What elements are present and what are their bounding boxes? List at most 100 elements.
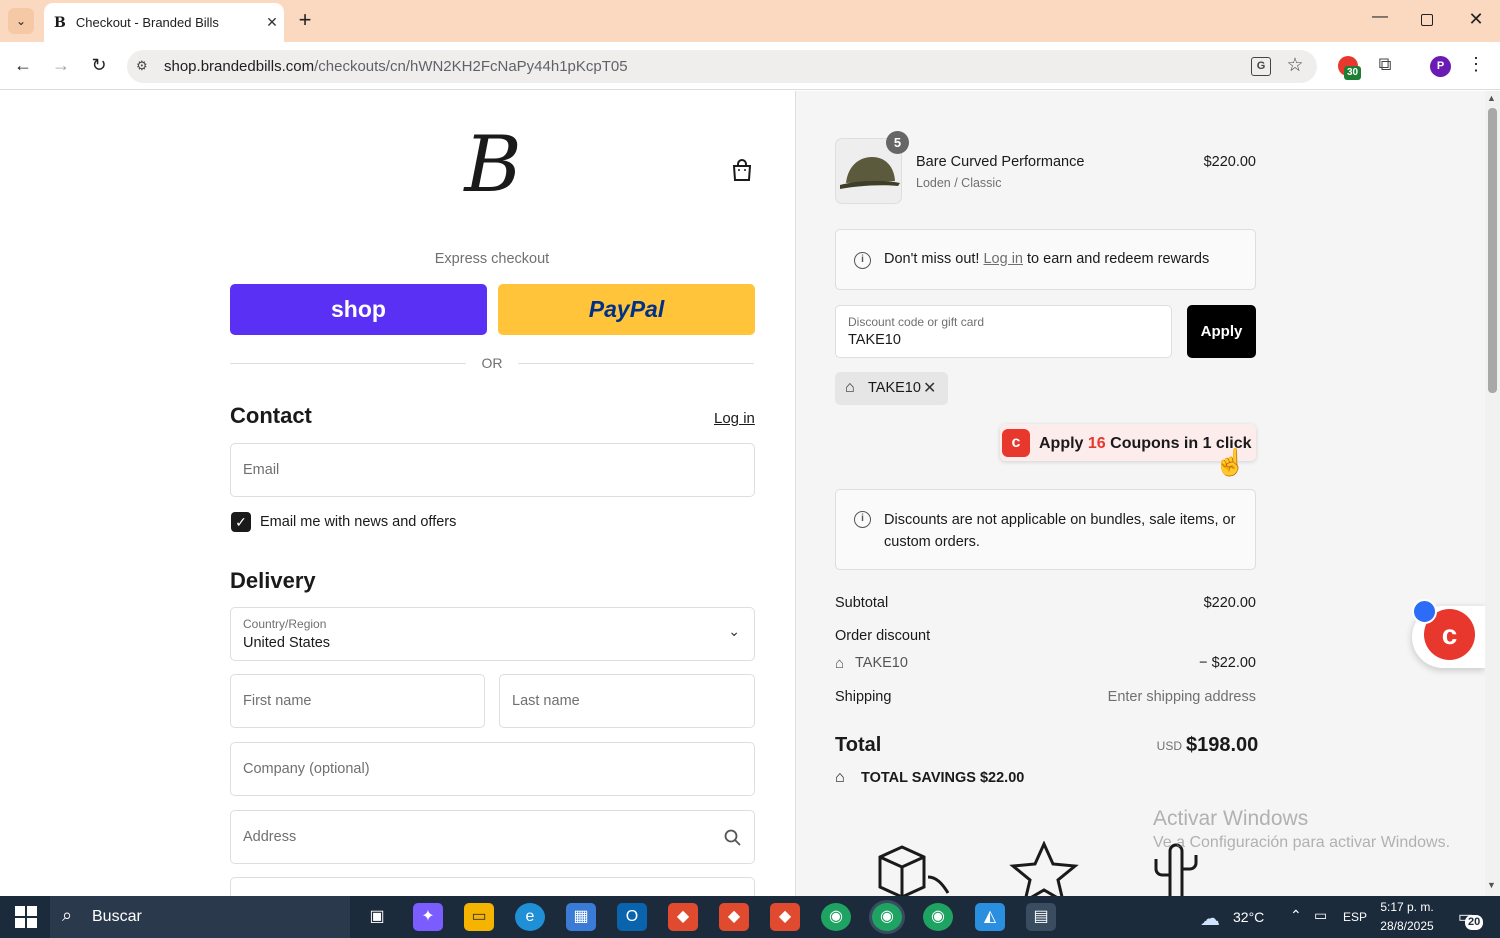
country-label: Country/Region <box>243 617 327 631</box>
chrome-icon-active[interactable]: ◉ <box>872 903 902 931</box>
info-icon: i <box>854 252 871 269</box>
next-field-partial[interactable] <box>230 877 755 896</box>
bookmark-star-icon[interactable]: ☆ <box>1283 54 1307 77</box>
scroll-up-icon[interactable]: ▲ <box>1487 93 1496 103</box>
extension-badge: 30 <box>1344 66 1362 80</box>
company-placeholder: Company (optional) <box>243 761 370 777</box>
browser-tab-active[interactable]: B Checkout - Branded Bills ✕ <box>44 3 284 42</box>
search-icon <box>724 829 741 846</box>
rewards-login-link[interactable]: Log in <box>983 251 1023 267</box>
country-value: United States <box>243 635 331 651</box>
contact-login-link[interactable]: Log in <box>714 410 755 427</box>
copilot-icon[interactable]: ✦ <box>413 903 443 931</box>
newsletter-checkbox[interactable]: ✓ <box>231 512 251 532</box>
clock-date[interactable]: 28/8/2025 <box>1372 919 1442 933</box>
product-variant: Loden / Classic <box>916 176 1002 190</box>
url-text[interactable]: shop.brandedbills.com/checkouts/cn/hWN2K… <box>164 58 628 75</box>
brave-icon[interactable]: ◆ <box>668 903 698 931</box>
savings-tag-icon: ⌂ <box>835 769 845 786</box>
cart-bag-icon[interactable] <box>731 158 753 182</box>
info-icon: i <box>854 511 871 528</box>
search-icon: ⌕ <box>62 905 73 925</box>
tag-icon: ⌂ <box>845 379 855 396</box>
newsletter-label: Email me with news and offers <box>260 514 457 530</box>
discount-code-field[interactable]: Discount code or gift card TAKE10 <box>835 305 1172 358</box>
new-tab-icon[interactable]: + <box>292 8 318 34</box>
edge-icon[interactable]: e <box>515 903 545 931</box>
minimize-icon[interactable]: — <box>1368 8 1392 26</box>
site-info-icon[interactable]: ⚙ <box>136 58 152 74</box>
clock-time[interactable]: 5:17 p. m. <box>1372 900 1442 914</box>
country-select[interactable]: Country/Region United States ⌄ <box>230 607 755 661</box>
file-explorer-icon[interactable]: ▭ <box>464 903 494 931</box>
translate-icon[interactable]: G <box>1251 57 1271 76</box>
shop-pay-button[interactable]: shop <box>230 284 487 335</box>
discount-code-value: TAKE10 <box>848 332 901 348</box>
store-icon[interactable]: ▦ <box>566 903 596 931</box>
chrome-icon[interactable]: ◉ <box>923 903 953 931</box>
subtotal-value: $220.00 <box>1203 595 1256 611</box>
delivery-heading: Delivery <box>230 568 316 593</box>
calculator-icon[interactable]: ▤ <box>1026 903 1056 931</box>
discount-code-line: TAKE10 <box>855 655 908 671</box>
restore-icon[interactable] <box>1421 14 1433 26</box>
windows-start-icon[interactable] <box>15 906 37 928</box>
outlook-icon[interactable]: O <box>617 903 647 931</box>
first-name-placeholder: First name <box>243 693 312 709</box>
shipping-label: Shipping <box>835 689 892 705</box>
scrollbar-thumb[interactable] <box>1488 108 1497 393</box>
address-placeholder: Address <box>243 829 297 845</box>
savings-label: TOTAL SAVINGS $22.00 <box>861 770 1025 786</box>
discount-amount: − $22.00 <box>1199 655 1256 671</box>
browser-menu-icon[interactable]: ⋮ <box>1466 54 1486 75</box>
reload-icon[interactable]: ↻ <box>86 55 112 76</box>
language-indicator[interactable]: ESP <box>1343 910 1367 924</box>
remove-code-icon[interactable]: ✕ <box>923 378 936 398</box>
taskbar-search-placeholder: Buscar <box>92 908 142 925</box>
discount-code-label: Discount code or gift card <box>848 315 985 329</box>
photos-icon[interactable]: ◭ <box>975 903 1005 931</box>
total-label: Total <box>835 734 882 756</box>
scroll-down-icon[interactable]: ▼ <box>1487 880 1496 890</box>
brave-icon[interactable]: ◆ <box>719 903 749 931</box>
contact-heading: Contact <box>230 403 312 428</box>
brave-icon[interactable]: ◆ <box>770 903 800 931</box>
product-name: Bare Curved Performance <box>916 154 1085 170</box>
divider-right <box>518 363 754 364</box>
box-return-icon <box>878 845 950 896</box>
notifications-count: 20 <box>1465 915 1484 930</box>
shipping-value: Enter shipping address <box>1107 689 1256 705</box>
window-close-icon[interactable]: ✕ <box>1464 9 1488 30</box>
company-field[interactable]: Company (optional) <box>230 742 755 796</box>
network-icon[interactable]: ▭ <box>1314 907 1327 924</box>
activation-watermark-text: Ve a Configuración para activar Windows. <box>1153 834 1451 851</box>
apply-discount-button[interactable]: Apply <box>1187 305 1256 358</box>
paypal-button[interactable]: PayPal <box>498 284 755 335</box>
coupon-logo-icon: c <box>1002 429 1030 457</box>
email-field[interactable]: Email <box>230 443 755 497</box>
chrome-icon[interactable]: ◉ <box>821 903 851 931</box>
currency-label: USD <box>1156 739 1182 753</box>
last-name-field[interactable]: Last name <box>499 674 755 728</box>
applied-code-label: TAKE10 <box>868 380 921 396</box>
star-icon <box>1009 841 1079 896</box>
weather-icon: ☁ <box>1200 908 1220 930</box>
back-icon[interactable]: ← <box>10 55 36 76</box>
divider-left <box>230 363 466 364</box>
tray-chevron-icon[interactable]: ⌃ <box>1290 907 1302 924</box>
tag-icon: ⌂ <box>835 655 845 672</box>
chevron-down-icon: ⌄ <box>728 623 740 639</box>
quantity-badge: 5 <box>886 131 909 154</box>
tab-close-icon[interactable]: ✕ <box>260 14 284 31</box>
first-name-field[interactable]: First name <box>230 674 485 728</box>
tab-search-icon[interactable]: ⌄ <box>8 8 34 34</box>
extensions-puzzle-icon[interactable]: ⧉ <box>1373 54 1397 75</box>
brand-logo[interactable]: B <box>458 123 528 207</box>
profile-avatar[interactable]: P <box>1430 56 1451 77</box>
order-discount-label: Order discount <box>835 628 931 644</box>
address-field[interactable]: Address <box>230 810 755 864</box>
forward-icon[interactable]: → <box>48 55 74 76</box>
product-price: $220.00 <box>1203 154 1256 170</box>
favicon-icon: B <box>54 14 66 31</box>
task-view-icon[interactable]: ▣ <box>362 903 392 931</box>
